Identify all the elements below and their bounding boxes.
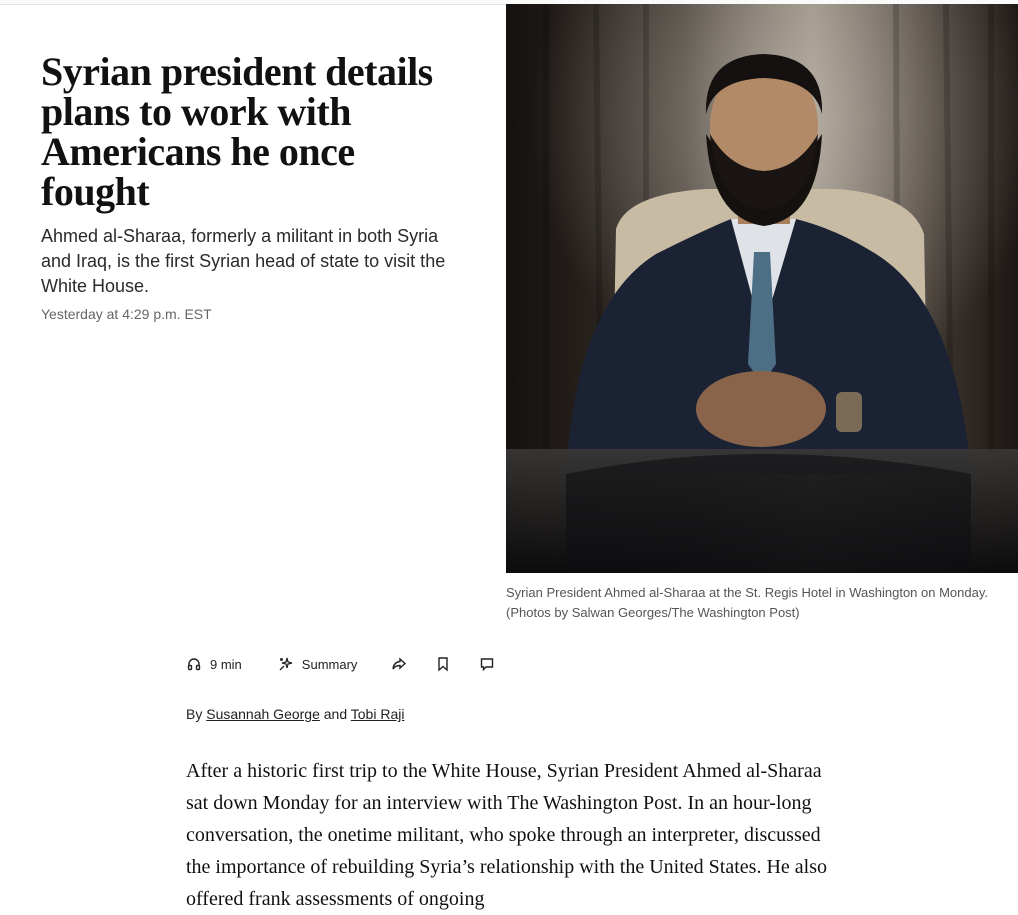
article-dek: Ahmed al-Sharaa, formerly a militant in … xyxy=(41,226,446,296)
article-toolbar: 9 min Summary xyxy=(186,651,495,677)
caption-credit: (Photos by Salwan Georges/The Washington… xyxy=(506,605,800,620)
comment-icon xyxy=(479,656,495,672)
bookmark-button[interactable] xyxy=(435,656,451,672)
article-headline: Syrian president details plans to work w… xyxy=(41,49,433,214)
author-link-tobi-raji[interactable]: Tobi Raji xyxy=(351,706,405,722)
summary-button[interactable]: Summary xyxy=(278,656,358,672)
share-icon xyxy=(391,656,407,672)
listen-button[interactable]: 9 min xyxy=(186,656,242,672)
lead-photo-illustration xyxy=(506,4,1018,573)
article-body-paragraph: After a historic first trip to the White… xyxy=(186,760,827,910)
summary-label: Summary xyxy=(301,656,358,672)
share-button[interactable] xyxy=(391,656,407,672)
lead-photo xyxy=(506,4,1018,573)
sparkle-icon xyxy=(278,656,294,672)
photo-caption: Syrian President Ahmed al-Sharaa at the … xyxy=(506,583,1006,623)
byline-joiner: and xyxy=(323,706,348,722)
headphones-icon xyxy=(186,656,202,672)
listen-duration: 9 min xyxy=(210,656,242,672)
byline-prefix: By xyxy=(186,706,203,722)
article-timestamp: Yesterday at 4:29 p.m. EST xyxy=(41,306,212,322)
author-link-susannah-george[interactable]: Susannah George xyxy=(206,706,320,722)
bookmark-icon xyxy=(435,656,451,672)
caption-text: Syrian President Ahmed al-Sharaa at the … xyxy=(506,585,988,600)
byline: By Susannah George and Tobi Raji xyxy=(186,706,404,722)
comments-button[interactable] xyxy=(479,656,495,672)
